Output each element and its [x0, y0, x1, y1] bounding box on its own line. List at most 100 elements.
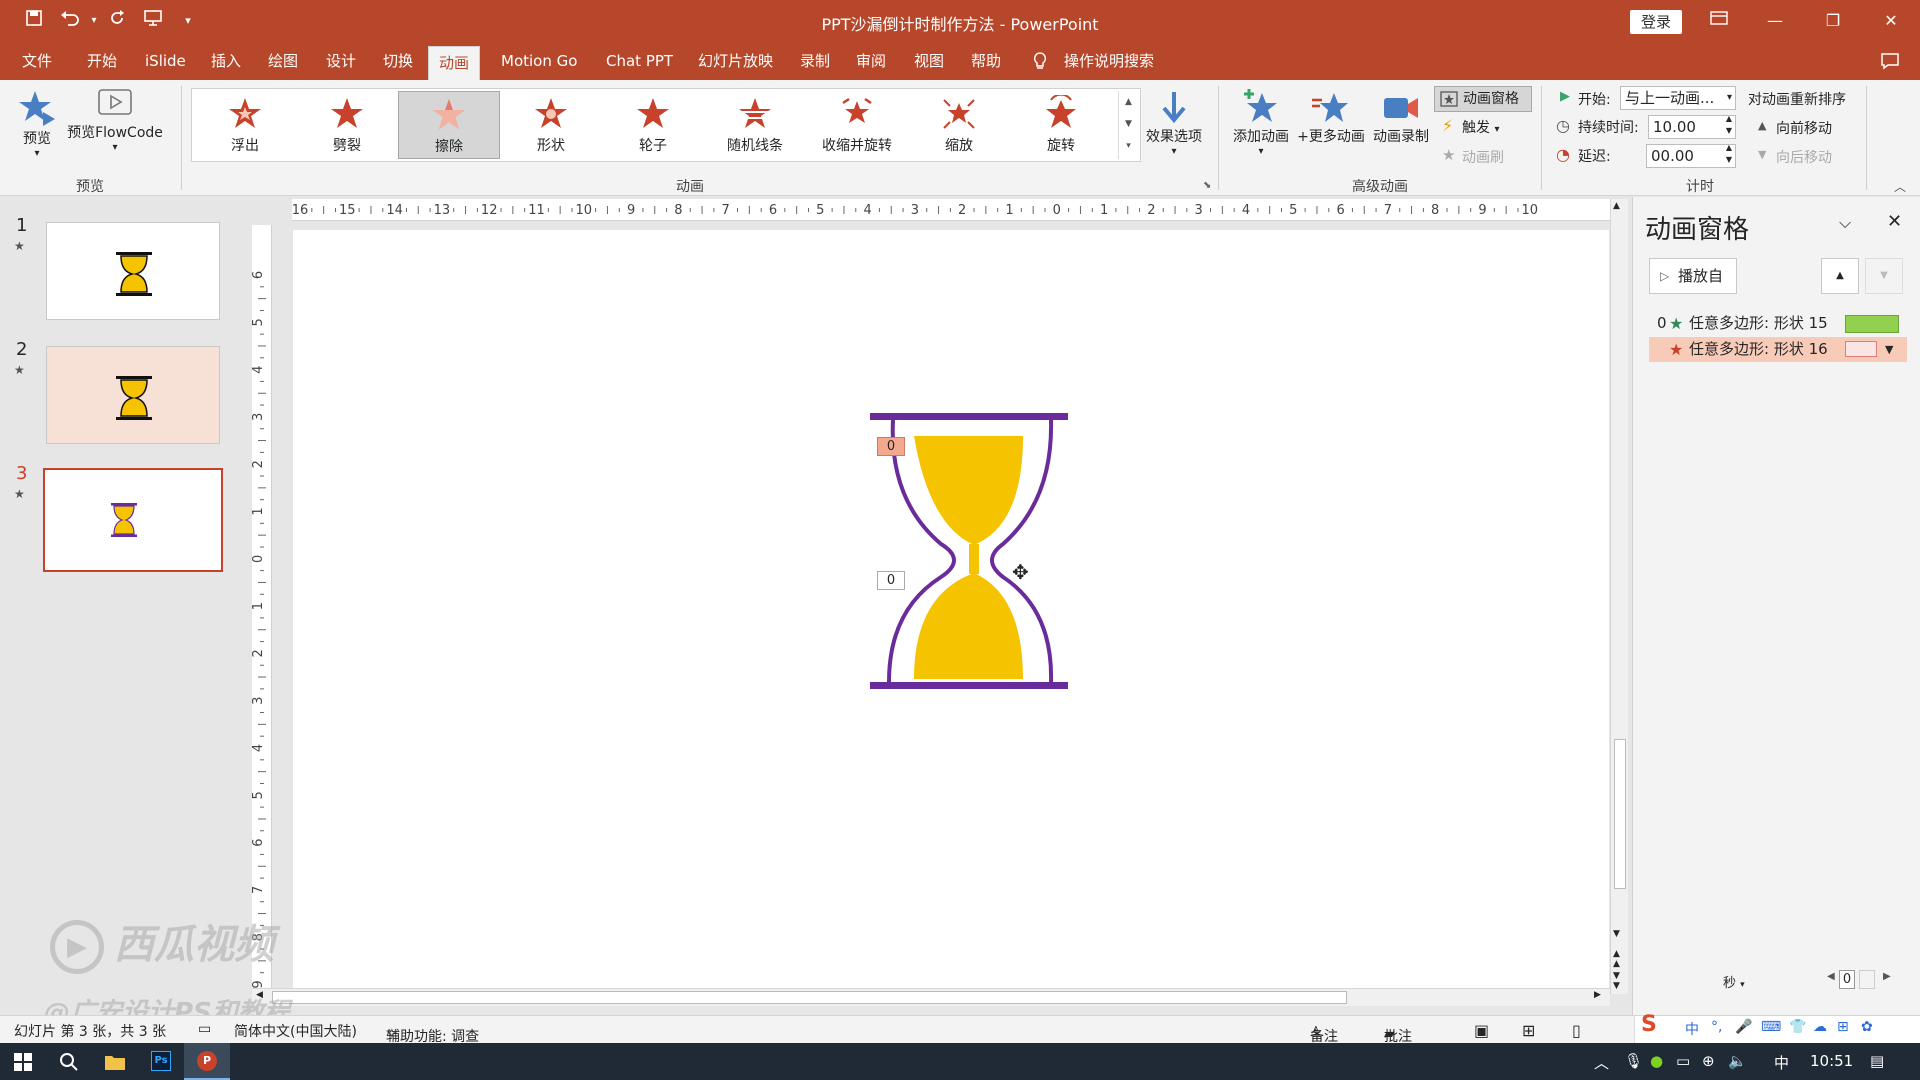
hourglass-shape[interactable] [293, 230, 1609, 988]
ruler-label: 6 [1336, 203, 1344, 218]
tab-transitions[interactable]: 切换 [383, 42, 413, 80]
tab-home[interactable]: 开始 [87, 42, 117, 80]
arrow-down-icon [1162, 92, 1186, 124]
duration-input[interactable]: 10.00 ▲ ▼ [1648, 114, 1736, 139]
windows-start-icon[interactable] [0, 1043, 46, 1080]
microphone-icon[interactable]: 🎙 [1624, 1052, 1643, 1070]
anim-random-bars[interactable]: 随机线条 [704, 91, 806, 159]
animation-painter-button[interactable]: ★ 动画刷 [1440, 146, 1504, 167]
horizontal-scrollbar[interactable]: ◀ ▶ [252, 988, 1610, 1006]
normal-view-icon[interactable]: ▣ [1474, 1021, 1489, 1040]
anim-wheel[interactable]: 轮子 [602, 91, 704, 159]
ime-toolbar[interactable]: S 中 °, 🎤 ⌨ 👕 ☁ ⊞ ✿ [1634, 1012, 1920, 1044]
spellcheck-icon[interactable]: ▭ [198, 1021, 211, 1037]
reading-view-icon[interactable]: ▯ [1572, 1021, 1581, 1040]
animation-list-item[interactable]: 0 ★ 任意多边形: 形状 15 [1649, 311, 1907, 336]
tab-file[interactable]: 文件 [22, 42, 52, 80]
slide-canvas[interactable]: 0 0 ✥ [293, 230, 1609, 988]
scroll-right-icon: ▶ [1594, 990, 1601, 1000]
tab-help[interactable]: 帮助 [971, 42, 1001, 80]
wechat-icon[interactable]: ● [1650, 1052, 1663, 1070]
pane-close-icon[interactable]: ✕ [1887, 211, 1902, 232]
effect-options-button[interactable]: 效果选项 ▾ [1143, 90, 1205, 157]
input-method-indicator[interactable]: 中 [1774, 1052, 1789, 1073]
tab-review[interactable]: 审阅 [856, 42, 886, 80]
animation-list-item-selected[interactable]: ★ 任意多边形: 形状 16 ▼ [1649, 337, 1907, 362]
separator [1218, 86, 1219, 190]
dialog-launcher-icon[interactable]: ⬊ [1203, 180, 1211, 191]
anim-grow-turn[interactable]: 收缩并旋转 [806, 91, 908, 159]
move-up-button[interactable]: ▲ [1821, 258, 1859, 294]
collapse-ribbon-icon[interactable]: ︿ [1894, 178, 1906, 195]
tab-motion-go[interactable]: Motion Go [501, 42, 577, 80]
login-button[interactable]: 登录 [1630, 10, 1682, 34]
animation-tag[interactable]: 0 [877, 437, 905, 456]
anim-float-in[interactable]: 浮出 [194, 91, 296, 159]
photoshop-icon[interactable]: Ps [138, 1043, 184, 1080]
vertical-scrollbar[interactable]: ▲ ▼ ▲ ▲ ▼ ▼ [1610, 199, 1628, 994]
delay-input[interactable]: 00.00 ▲ ▼ [1646, 143, 1736, 168]
language-indicator[interactable]: 简体中文(中国大陆) [234, 1021, 357, 1041]
start-select[interactable]: 与上一动画... ▾ [1620, 86, 1736, 110]
network-icon[interactable]: ⊕ [1702, 1052, 1715, 1070]
tab-record[interactable]: 录制 [800, 42, 830, 80]
tab-chat-ppt[interactable]: Chat PPT [606, 42, 673, 80]
seconds-dropdown[interactable]: 秒 ▾ [1723, 972, 1745, 991]
gallery-scroll[interactable]: ▲ ▼ ▾ [1118, 91, 1138, 159]
battery-icon[interactable]: ▭ [1676, 1052, 1690, 1070]
record-animation-button[interactable]: 动画录制 [1366, 88, 1436, 146]
slide-thumbnail-3[interactable] [43, 468, 223, 572]
anim-zoom[interactable]: 缩放 [908, 91, 1010, 159]
move-down-button[interactable]: ▼ [1865, 258, 1903, 294]
move-later-button[interactable]: ▼ 向后移动 [1758, 147, 1832, 167]
add-animation-button[interactable]: 添加动画 ▾ [1226, 88, 1296, 157]
anim-split[interactable]: 劈裂 [296, 91, 398, 159]
anim-wipe[interactable]: 擦除 [398, 91, 500, 159]
restore-icon[interactable]: ❐ [1810, 6, 1856, 36]
pane-options-icon[interactable]: ⌵ [1839, 213, 1851, 233]
zoom-in-icon[interactable]: ▶ [1883, 971, 1891, 982]
animation-tag[interactable]: 0 [877, 571, 905, 590]
tab-insert[interactable]: 插入 [211, 42, 241, 80]
tab-islide[interactable]: iSlide [145, 42, 186, 80]
more-animation-button[interactable]: +更多动画 [1296, 88, 1366, 146]
slide-sorter-icon[interactable]: ⊞ [1522, 1021, 1535, 1040]
play-from-button[interactable]: ▷ 播放自 [1649, 258, 1737, 294]
zoom-value[interactable]: 0 [1839, 970, 1855, 989]
powerpoint-taskbar-icon[interactable]: P [184, 1043, 230, 1080]
scroll-thumb[interactable] [1614, 739, 1626, 889]
clock[interactable]: 10:51 [1810, 1052, 1853, 1070]
tray-expand-icon[interactable]: ︿ [1594, 1052, 1609, 1073]
minimize-icon[interactable]: — [1752, 6, 1798, 36]
preview-flowcode-button[interactable]: 预览FlowCode ▾ [63, 88, 167, 153]
zoom-out-icon[interactable]: ◀ [1827, 971, 1835, 982]
tab-animations[interactable]: 动画 [428, 46, 481, 80]
file-explorer-icon[interactable] [92, 1043, 138, 1080]
move-earlier-button[interactable]: ▲ 向前移动 [1758, 118, 1832, 138]
tab-draw[interactable]: 绘图 [268, 42, 298, 80]
animation-pane-button[interactable]: 动画窗格 [1434, 86, 1532, 112]
notification-icon[interactable]: ▤ [1870, 1052, 1884, 1070]
slide-thumbnail-1[interactable] [46, 222, 220, 320]
ruler-label: 8 [674, 203, 682, 218]
tell-me-search[interactable]: 操作说明搜索 [1064, 42, 1154, 80]
tab-view[interactable]: 视图 [914, 42, 944, 80]
anim-spin[interactable]: 旋转 [1010, 91, 1112, 159]
item-dropdown-icon: ▼ [1885, 343, 1894, 356]
painter-star-icon: ★ [1442, 146, 1456, 164]
volume-icon[interactable]: 🔈 [1728, 1052, 1747, 1070]
anim-shape[interactable]: 形状 [500, 91, 602, 159]
tab-design[interactable]: 设计 [326, 42, 356, 80]
ruler-label: 13 [434, 203, 451, 218]
slide-thumbnail-2[interactable] [46, 346, 220, 444]
tab-slideshow[interactable]: 幻灯片放映 [698, 42, 773, 80]
preview-button[interactable]: 预览 ▾ [14, 88, 60, 159]
ribbon-display-icon[interactable] [1696, 6, 1742, 36]
close-icon[interactable]: ✕ [1868, 6, 1914, 36]
trigger-button[interactable]: ⚡ 触发 ▾ [1440, 116, 1499, 137]
comments-icon[interactable] [1880, 42, 1900, 80]
h-scroll-thumb[interactable] [272, 991, 1347, 1004]
ruler-label: 8 [1431, 203, 1439, 218]
search-icon[interactable] [46, 1043, 92, 1080]
ruler-label: 10 [1522, 203, 1539, 218]
